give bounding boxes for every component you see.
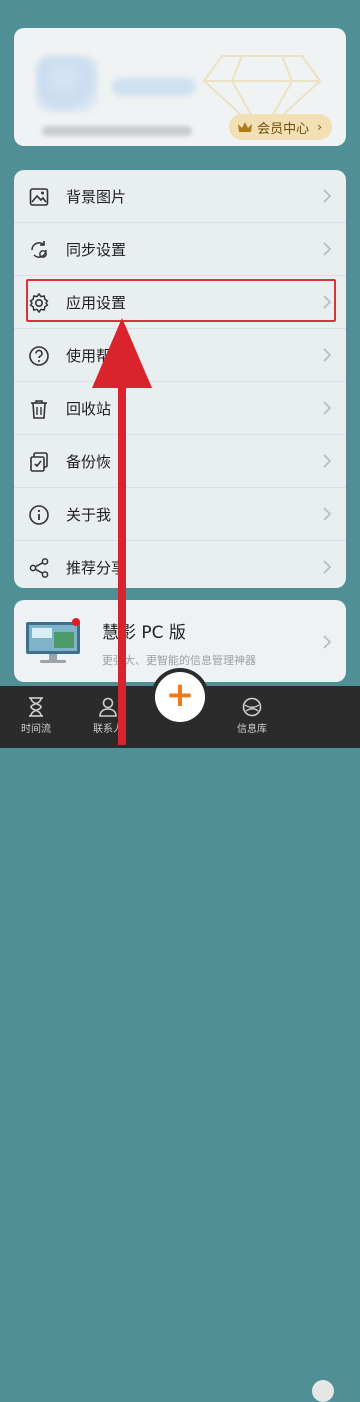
image-icon [28,186,50,208]
promo-title: 慧影 PC 版 [102,623,186,643]
trash-icon [28,398,50,420]
menu-item-label: 关于我 [66,506,112,524]
menu-item-help[interactable]: 使用帮 [14,329,346,382]
vip-center-label: 会员中心 [257,121,310,137]
settings-menu: 背景图片 同步设置 应用设置 使用帮 回收站 备份恢 关于我 推荐分享 [14,170,346,588]
contacts-icon [99,697,117,717]
user-info-blurred [42,126,192,136]
chevron-right-icon [323,507,332,521]
tab-label: 联系人 [93,724,123,735]
library-icon [242,697,262,717]
monitor-icon [26,622,80,663]
chevron-right-icon [323,401,332,415]
chevron-right-icon: › [317,120,322,134]
vip-center-button[interactable]: 会员中心 › [229,114,332,140]
menu-item-label: 推荐分享 [66,559,127,577]
tab-label: 信息库 [237,724,267,735]
chevron-right-icon [323,242,332,256]
profile-card[interactable]: 会员中心 › [14,28,346,146]
menu-item-label: 备份恢 [66,453,112,471]
menu-item-label: 同步设置 [66,241,127,259]
tab-contacts[interactable]: 联系人 [78,696,138,735]
menu-item-background-image[interactable]: 背景图片 [14,170,346,223]
help-icon [28,345,50,367]
crown-icon [238,122,253,132]
menu-item-about-us[interactable]: 关于我 [14,488,346,541]
chevron-right-icon [323,454,332,468]
tab-timeline[interactable]: 时间流 [6,696,66,735]
chevron-right-icon [323,348,332,362]
hourglass-icon [29,697,43,717]
notification-dot [72,618,80,626]
add-button[interactable]: + [155,672,205,722]
menu-item-backup-restore[interactable]: 备份恢 [14,435,346,488]
highlight-box [26,279,336,322]
menu-item-label: 回收站 [66,400,112,418]
share-icon [28,557,50,579]
menu-item-share[interactable]: 推荐分享 [14,541,346,594]
chevron-right-icon [323,560,332,574]
tab-label: 时间流 [21,724,51,735]
info-icon [28,504,50,526]
plus-icon: + [165,675,195,715]
chevron-right-icon [323,189,332,203]
pc-version-promo[interactable]: 慧影 PC 版 更强大、更智能的信息管理神器 [14,600,346,682]
menu-item-label: 使用帮 [66,347,112,365]
profile-tab-icon[interactable] [312,1380,334,1402]
tab-library[interactable]: 信息库 [222,696,282,735]
user-name-blurred [112,78,196,96]
menu-item-recycle-bin[interactable]: 回收站 [14,382,346,435]
sync-icon [28,239,50,261]
chevron-right-icon [323,635,332,649]
backup-icon [28,451,50,473]
menu-item-sync-settings[interactable]: 同步设置 [14,223,346,276]
menu-item-label: 背景图片 [66,188,127,206]
promo-subtitle: 更强大、更智能的信息管理神器 [102,654,256,667]
avatar[interactable] [36,56,98,112]
